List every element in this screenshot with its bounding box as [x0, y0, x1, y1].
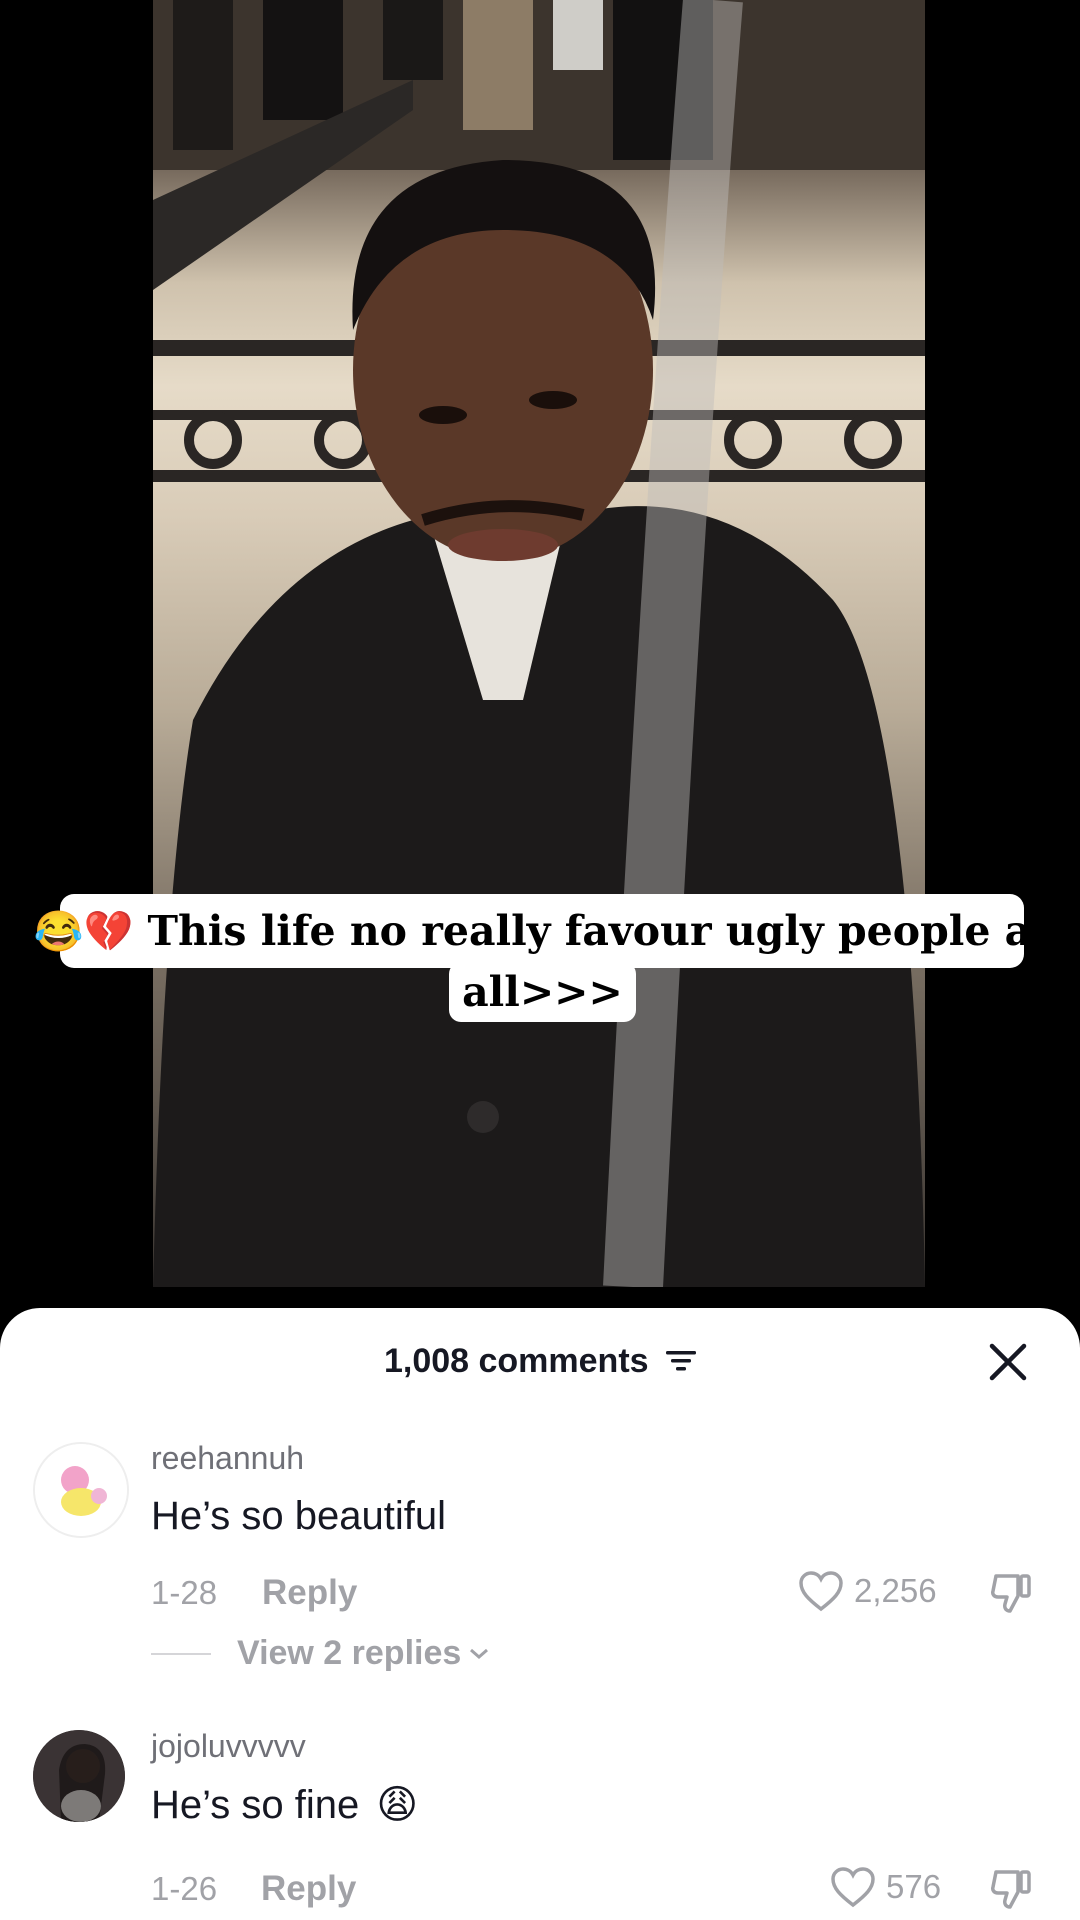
view-replies-button[interactable]: View 2 replies [151, 1634, 491, 1673]
avatar[interactable] [33, 1442, 129, 1538]
comment-text: He’s so fine 😩 [151, 1782, 418, 1828]
avatar[interactable] [33, 1730, 125, 1822]
comment-username[interactable]: reehannuh [151, 1440, 304, 1477]
like-button[interactable]: 576 [830, 1866, 941, 1908]
dislike-icon[interactable] [988, 1570, 1034, 1616]
video-frame-image [153, 0, 925, 1287]
video-player[interactable] [153, 0, 925, 1287]
sort-icon[interactable] [666, 1344, 697, 1383]
heart-icon [799, 1571, 843, 1612]
caption-text-1: This life no really favour ugly people a… [147, 907, 1051, 955]
comment-emoji: 😩 [376, 1783, 419, 1827]
view-replies-label: View 2 replies [237, 1634, 462, 1672]
reply-button[interactable]: Reply [262, 1573, 357, 1613]
caption-text-2: all>>> [462, 968, 623, 1016]
comment-text-body: He’s so fine [151, 1783, 360, 1827]
heart-icon [831, 1867, 875, 1908]
comment-item: reehannuh He’s so beautiful 1-28 Reply 2… [0, 1434, 1080, 1674]
comment-date: 1-28 [151, 1574, 218, 1611]
reply-button[interactable]: Reply [261, 1869, 356, 1909]
dislike-icon[interactable] [988, 1866, 1034, 1912]
comments-count: 1,008 comments [0, 1342, 1080, 1383]
comment-item: jojoluvvvvv He’s so fine 😩 1-26 Reply 57… [0, 1722, 1080, 1920]
caption-emojis: 😂💔 [33, 907, 134, 955]
comment-date: 1-26 [151, 1870, 218, 1907]
comments-header: 1,008 comments [0, 1308, 1080, 1418]
close-icon[interactable] [984, 1338, 1032, 1386]
video-caption-line-1: 😂💔 This life no really favour ugly peopl… [34, 894, 1050, 968]
like-count: 2,256 [854, 1572, 937, 1609]
comments-count-label: 1,008 comments [383, 1342, 649, 1380]
comment-username[interactable]: jojoluvvvvv [151, 1728, 306, 1765]
video-caption-line-2: all>>> [449, 962, 636, 1022]
view-replies-line [151, 1652, 211, 1655]
like-button[interactable]: 2,256 [798, 1570, 937, 1612]
comments-sheet: 1,008 comments reehannuh He’s so beautif… [0, 1308, 1080, 1920]
screen: 😂💔 This life no really favour ugly peopl… [0, 0, 1080, 1920]
chevron-down-icon [470, 1648, 489, 1659]
comment-text: He’s so beautiful [151, 1494, 446, 1538]
like-count: 576 [886, 1868, 942, 1905]
